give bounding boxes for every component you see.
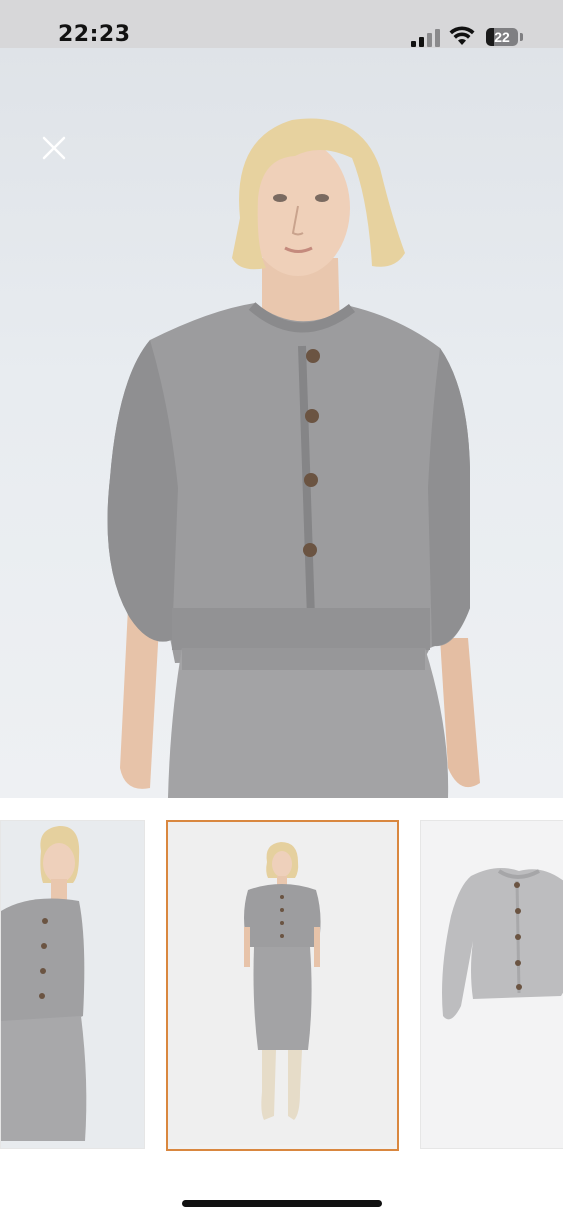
battery-percentage: 22 xyxy=(494,29,510,45)
status-bar: 22:23 22 xyxy=(0,0,563,48)
thumbnail-model-closeup[interactable] xyxy=(0,820,145,1149)
thumbnail-image xyxy=(421,821,563,1148)
model-photo xyxy=(107,118,480,798)
wifi-icon xyxy=(449,26,475,45)
thumbnail-image xyxy=(1,821,144,1148)
thumbnail-cardigan-flat[interactable] xyxy=(420,820,563,1149)
thumbnail-full-body-outfit[interactable] xyxy=(166,820,399,1151)
home-indicator[interactable] xyxy=(182,1200,382,1207)
close-icon[interactable] xyxy=(40,134,68,162)
battery-icon: 22 xyxy=(486,28,518,46)
status-time: 22:23 xyxy=(58,22,131,47)
signal-icon xyxy=(411,29,440,47)
battery-tip xyxy=(520,33,523,41)
main-product-image[interactable] xyxy=(0,48,563,798)
thumbnail-image xyxy=(168,822,397,1145)
